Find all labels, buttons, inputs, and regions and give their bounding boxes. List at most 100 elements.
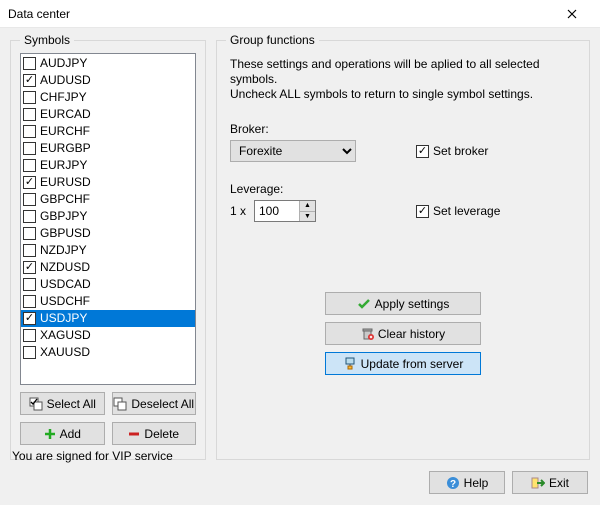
footer-buttons: ? Help Exit: [429, 471, 588, 494]
symbol-row[interactable]: EURCAD: [21, 106, 195, 123]
delete-button[interactable]: Delete: [112, 422, 197, 445]
checkbox-icon[interactable]: [23, 125, 36, 138]
apply-settings-button[interactable]: Apply settings: [325, 292, 481, 315]
close-button[interactable]: [552, 2, 592, 26]
symbol-row[interactable]: GBPJPY: [21, 208, 195, 225]
button-label: Exit: [549, 476, 569, 490]
symbol-name: GBPJPY: [40, 208, 87, 225]
symbol-name: EURGBP: [40, 140, 91, 157]
deselect-all-button[interactable]: Deselect All: [112, 392, 197, 415]
checkbox-icon[interactable]: [23, 57, 36, 70]
deselect-all-icon: [113, 397, 127, 411]
group-info-line1: These settings and operations will be ap…: [230, 57, 576, 87]
symbol-row[interactable]: GBPUSD: [21, 225, 195, 242]
close-icon: [567, 9, 577, 19]
checkbox-icon[interactable]: [23, 227, 36, 240]
symbol-row[interactable]: NZDJPY: [21, 242, 195, 259]
checkbox-icon[interactable]: ✓: [23, 312, 36, 325]
window-title: Data center: [8, 7, 552, 21]
symbol-row[interactable]: USDCHF: [21, 293, 195, 310]
dialog-content: Symbols AUDJPY✓AUDUSDCHFJPYEURCADEURCHFE…: [0, 28, 600, 505]
set-leverage-checkbox[interactable]: ✓ Set leverage: [416, 204, 500, 218]
symbol-name: XAGUSD: [40, 327, 91, 344]
checkbox-icon[interactable]: [23, 329, 36, 342]
checkbox-icon[interactable]: [23, 108, 36, 121]
clear-history-button[interactable]: Clear history: [325, 322, 481, 345]
leverage-label: Leverage:: [230, 182, 576, 196]
help-icon: ?: [446, 476, 460, 490]
update-from-server-button[interactable]: Update from server: [325, 352, 481, 375]
spinner-down-icon[interactable]: ▼: [300, 212, 315, 222]
symbol-name: EURCHF: [40, 123, 90, 140]
symbol-name: AUDJPY: [40, 55, 87, 72]
group-info-line2: Uncheck ALL symbols to return to single …: [230, 87, 576, 102]
checkbox-icon[interactable]: [23, 346, 36, 359]
symbol-row[interactable]: XAGUSD: [21, 327, 195, 344]
checkbox-icon[interactable]: [23, 210, 36, 223]
symbol-row[interactable]: ✓ AUDUSD: [21, 72, 195, 89]
broker-label: Broker:: [230, 122, 576, 136]
symbol-name: GBPCHF: [40, 191, 90, 208]
leverage-input[interactable]: [255, 201, 299, 221]
checkbox-icon[interactable]: [23, 159, 36, 172]
broker-select[interactable]: Forexite: [230, 140, 356, 162]
trash-icon: [361, 327, 374, 340]
symbol-name: NZDUSD: [40, 259, 90, 276]
titlebar: Data center: [0, 0, 600, 28]
checkbox-icon[interactable]: [23, 295, 36, 308]
symbol-name: USDJPY: [40, 310, 87, 327]
symbol-row[interactable]: ✓ USDJPY: [21, 310, 195, 327]
set-broker-checkbox[interactable]: ✓ Set broker: [416, 144, 488, 158]
symbols-group: Symbols AUDJPY✓AUDUSDCHFJPYEURCADEURCHFE…: [10, 33, 206, 460]
spinner-up-icon[interactable]: ▲: [300, 201, 315, 212]
group-info: These settings and operations will be ap…: [230, 57, 576, 102]
symbols-legend: Symbols: [20, 33, 74, 47]
group-functions-legend: Group functions: [226, 33, 319, 47]
status-text: You are signed for VIP service: [12, 449, 173, 463]
select-all-button[interactable]: Select All: [20, 392, 105, 415]
symbol-list[interactable]: AUDJPY ✓ AUDUSDCHFJPYEURCADEURCHFEURGBPEUR…: [20, 53, 196, 385]
broker-section: Broker: Forexite ✓ Set broker: [230, 122, 576, 162]
group-functions-group: Group functions These settings and opera…: [216, 33, 590, 460]
symbol-row[interactable]: GBPCHF: [21, 191, 195, 208]
symbol-name: GBPUSD: [40, 225, 91, 242]
check-icon: [357, 298, 371, 310]
checkbox-icon[interactable]: [23, 91, 36, 104]
help-button[interactable]: ? Help: [429, 471, 505, 494]
exit-button[interactable]: Exit: [512, 471, 588, 494]
spinner-arrows[interactable]: ▲ ▼: [299, 201, 315, 221]
button-label: Help: [464, 476, 489, 490]
server-icon: [343, 357, 357, 371]
symbol-name: EURJPY: [40, 157, 87, 174]
symbol-name: NZDJPY: [40, 242, 87, 259]
checkbox-icon[interactable]: ✓: [23, 176, 36, 189]
plus-icon: [44, 428, 56, 440]
button-label: Clear history: [378, 327, 445, 341]
symbol-row[interactable]: EURCHF: [21, 123, 195, 140]
symbol-row[interactable]: EURJPY: [21, 157, 195, 174]
symbol-row[interactable]: USDCAD: [21, 276, 195, 293]
symbol-row[interactable]: XAUUSD: [21, 344, 195, 361]
checkbox-icon: ✓: [416, 145, 429, 158]
leverage-prefix: 1 x: [230, 204, 254, 218]
add-button[interactable]: Add: [20, 422, 105, 445]
symbol-row[interactable]: ✓ NZDUSD: [21, 259, 195, 276]
checkbox-icon[interactable]: [23, 193, 36, 206]
button-label: Deselect All: [131, 397, 194, 411]
symbol-row[interactable]: EURGBP: [21, 140, 195, 157]
checkbox-icon[interactable]: [23, 278, 36, 291]
symbol-name: EURCAD: [40, 106, 91, 123]
symbol-row[interactable]: CHFJPY: [21, 89, 195, 106]
leverage-spinner[interactable]: ▲ ▼: [254, 200, 316, 222]
checkbox-icon[interactable]: [23, 142, 36, 155]
checkbox-label: Set leverage: [433, 204, 500, 218]
button-label: Select All: [47, 397, 96, 411]
symbol-row[interactable]: ✓EURUSD: [21, 174, 195, 191]
checkbox-icon[interactable]: ✓: [23, 261, 36, 274]
checkbox-icon[interactable]: [23, 244, 36, 257]
checkbox-icon[interactable]: ✓: [23, 74, 36, 87]
button-label: Apply settings: [375, 297, 450, 311]
symbol-name: AUDUSD: [40, 72, 91, 89]
symbol-row[interactable]: AUDJPY: [21, 55, 195, 72]
select-all-icon: [29, 397, 43, 411]
